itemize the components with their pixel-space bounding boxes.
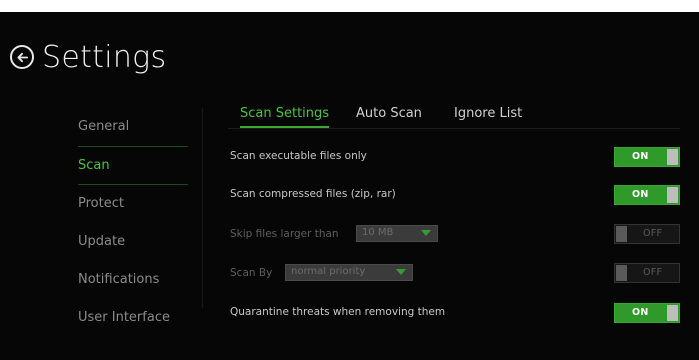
back-icon[interactable]: [10, 45, 34, 69]
toggle-knob: [616, 265, 627, 281]
scan-by-toggle[interactable]: OFF: [614, 263, 680, 283]
skip-large-toggle[interactable]: OFF: [614, 224, 680, 244]
tab-bar: Scan Settings Auto Scan Ignore List: [228, 102, 680, 129]
toggle-state: ON: [632, 307, 649, 318]
arrow-left-icon: [16, 52, 28, 62]
setting-label: Scan compressed files (zip, rar): [230, 188, 396, 200]
settings-window: Settings General Scan Protect Update Not…: [0, 12, 699, 360]
quarantine-toggle[interactable]: ON: [614, 303, 680, 323]
sidebar-item-scan[interactable]: Scan: [78, 146, 188, 185]
setting-row-compressed: Scan compressed files (zip, rar) ON: [230, 182, 680, 210]
compressed-toggle[interactable]: ON: [614, 185, 680, 205]
setting-row-quarantine: Quarantine threats when removing them ON: [230, 300, 680, 328]
toggle-state: OFF: [643, 267, 663, 278]
toggle-state: ON: [632, 189, 649, 200]
toggle-knob: [616, 226, 627, 242]
sidebar-item-notifications[interactable]: Notifications: [78, 261, 188, 299]
toggle-state: OFF: [643, 228, 663, 239]
setting-label: Scan By: [230, 267, 273, 279]
tab-ignore-list[interactable]: Ignore List: [454, 102, 522, 126]
tab-scan-settings[interactable]: Scan Settings: [240, 102, 330, 128]
tab-auto-scan[interactable]: Auto Scan: [356, 102, 422, 126]
setting-row-scan-by: Scan By normal priority OFF: [230, 260, 680, 288]
chevron-down-icon: [396, 269, 406, 275]
dropdown-value: 10 MB: [362, 227, 394, 238]
setting-label: Scan executable files only: [230, 150, 367, 162]
setting-label: Quarantine threats when removing them: [230, 306, 446, 318]
sidebar: General Scan Protect Update Notification…: [78, 108, 188, 337]
setting-row-executable: Scan executable files only ON: [230, 144, 680, 172]
sidebar-divider: [202, 108, 203, 308]
page-title: Settings: [42, 39, 167, 75]
setting-row-skip-large: Skip files larger than 10 MB OFF: [230, 221, 680, 249]
sidebar-item-update[interactable]: Update: [78, 223, 188, 261]
toggle-knob: [667, 149, 678, 165]
toggle-knob: [667, 187, 678, 203]
sidebar-item-user-interface[interactable]: User Interface: [78, 299, 188, 337]
priority-dropdown[interactable]: normal priority: [285, 264, 413, 281]
toggle-state: ON: [632, 151, 649, 162]
header: Settings: [10, 34, 166, 80]
toggle-knob: [667, 305, 678, 321]
sidebar-item-protect[interactable]: Protect: [78, 185, 188, 223]
setting-label: Skip files larger than: [230, 228, 339, 240]
file-size-dropdown[interactable]: 10 MB: [356, 225, 438, 242]
dropdown-value: normal priority: [291, 266, 366, 277]
sidebar-item-general[interactable]: General: [78, 108, 188, 146]
executable-toggle[interactable]: ON: [614, 147, 680, 167]
chevron-down-icon: [421, 230, 431, 236]
